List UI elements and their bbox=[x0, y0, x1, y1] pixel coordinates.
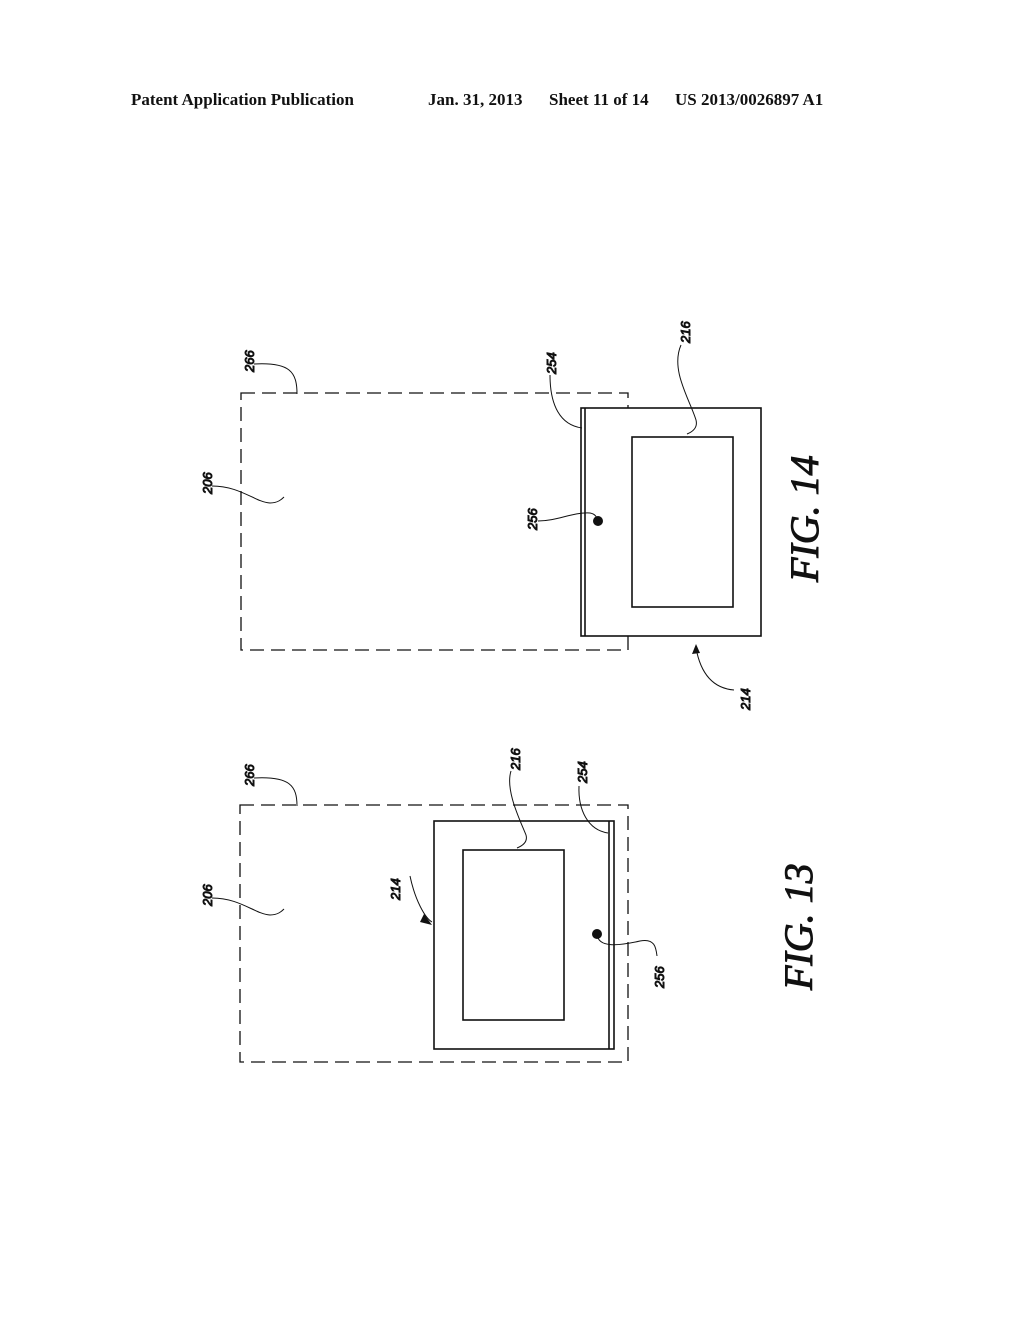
fig14-label-256: 256 bbox=[525, 508, 540, 531]
fig13-label-254: 254 bbox=[575, 761, 590, 784]
fig13-label-206: 206 bbox=[200, 884, 215, 907]
fig14-label-206: 206 bbox=[200, 472, 215, 495]
fig13-label-266: 266 bbox=[242, 764, 257, 787]
fig13-label-216: 216 bbox=[508, 748, 523, 771]
fig13-caption: FIG. 13 bbox=[776, 863, 821, 991]
fig14-label-254: 254 bbox=[544, 352, 559, 375]
fig14-device-body-216 bbox=[580, 407, 762, 637]
fig14-caption: FIG. 14 bbox=[782, 455, 827, 583]
fig14-outer-region-266 bbox=[240, 392, 629, 651]
figure-14: 266 206 254 216 256 214 FIG. 14 bbox=[200, 320, 828, 711]
fig13-label-256: 256 bbox=[652, 966, 667, 989]
fig14-label-214: 214 bbox=[738, 688, 753, 711]
fig13-device-body-216 bbox=[433, 820, 615, 1050]
fig13-label-214: 214 bbox=[388, 878, 403, 901]
fig14-label-216: 216 bbox=[678, 321, 693, 344]
fig14-label-266: 266 bbox=[242, 350, 257, 373]
figure-13: 266 206 214 216 254 256 FIG. 13 bbox=[200, 747, 822, 1063]
drawing-sheet: 266 206 254 216 256 214 FIG. 14 266 206 … bbox=[200, 320, 828, 1063]
